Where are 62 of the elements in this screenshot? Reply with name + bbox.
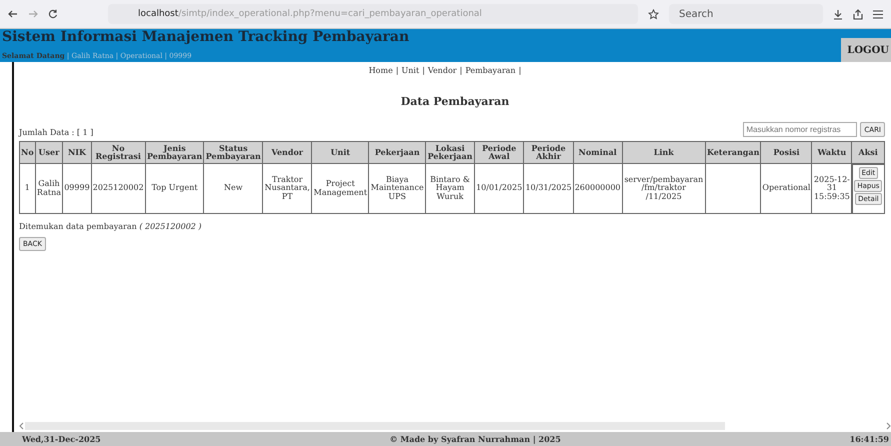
address-bar[interactable]: localhost/simtp/index_operational.php?menu=cari_pembayaran_operational [108, 4, 638, 24]
download-icon[interactable] [833, 8, 843, 20]
table-cell: server/pembayaran /fm/traktor /11/2025 [624, 174, 704, 201]
result-text: Ditemukan data pembayaran ( 2025120002 ) [19, 222, 203, 232]
column-header: No [20, 142, 36, 164]
table-cell: 2025120002 [92, 183, 144, 192]
table-cell: Operational [762, 183, 810, 192]
table-cell: New [224, 183, 243, 192]
table-cell: Bintaro & Hayam Wuruk [430, 174, 470, 201]
separator: | [396, 66, 399, 75]
table-cell: 10/01/2025 [476, 183, 522, 192]
reload-icon[interactable] [48, 9, 58, 19]
star-icon[interactable] [648, 8, 659, 20]
column-header: Lokasi Pekerjaan [426, 142, 474, 164]
scroll-right-icon[interactable] [885, 422, 891, 430]
table-cell: 260000000 [574, 183, 621, 192]
nav-link[interactable]: Pembayaran [465, 66, 516, 75]
table-cell: 09999 [64, 183, 90, 192]
table-cell: Project Management [314, 179, 368, 197]
column-header: Unit [312, 142, 369, 164]
table-cell: 2025-12-31 15:59:35 [814, 174, 850, 201]
column-header: Jenis Pembayaran [145, 142, 204, 164]
table-cell: Galih Ratna [36, 179, 61, 197]
column-header: Link [622, 142, 706, 164]
table-cell: 1 [24, 183, 30, 192]
column-header: Aksi [852, 142, 884, 164]
nav-link[interactable]: Unit [402, 66, 420, 75]
nav-link[interactable]: Home [368, 66, 393, 75]
logout-button[interactable]: LOGOU [841, 38, 891, 62]
column-header: No Registrasi [91, 142, 146, 164]
column-header: Waktu [812, 142, 852, 164]
table-cell: Traktor Nusantara, PT [264, 174, 310, 201]
horizontal-scrollbar[interactable] [19, 420, 891, 432]
back-arrow-icon[interactable] [8, 9, 18, 19]
column-header: User [35, 142, 63, 164]
column-header: Periode Awal [474, 142, 524, 164]
site-title: Sistem Informasi Manajemen Tracking Pembayaran [1, 29, 410, 45]
table-cell: Biaya Maintenance UPS [370, 174, 424, 201]
table-cell: 10/31/2025 [525, 183, 572, 192]
column-header: Keterangan [705, 142, 761, 164]
table-cell: Top Urgent [152, 183, 198, 192]
column-header: NIK [62, 142, 92, 164]
separator: | [460, 66, 462, 75]
column-header: Status Pembayaran [204, 142, 263, 164]
data-count: Jumlah Data : [ 1 ] [19, 128, 94, 137]
footer-credit: © Made by Syafran Nurrahman | 2025 [390, 434, 561, 444]
nav-link[interactable]: Vendor [428, 66, 457, 75]
footer-time: 16:41:59 [850, 434, 889, 444]
separator: | [518, 66, 522, 75]
menu-icon[interactable] [873, 10, 883, 18]
column-header: Nominal [573, 142, 622, 164]
footer-date: Wed,31-Dec-2025 [22, 434, 101, 444]
search-field[interactable]: Search [669, 4, 823, 24]
separator: | [422, 66, 425, 75]
column-header: Pekerjaan [368, 142, 426, 164]
column-header: Vendor [262, 142, 312, 164]
search-field[interactable]: Masukkan nomor registras [743, 122, 858, 137]
column-header: Periode Akhir [524, 142, 574, 164]
page-title: Data Pembayaran [400, 95, 510, 108]
column-header: Posisi [760, 142, 812, 164]
scroll-left-icon[interactable] [19, 422, 25, 430]
share-icon[interactable] [853, 8, 863, 20]
